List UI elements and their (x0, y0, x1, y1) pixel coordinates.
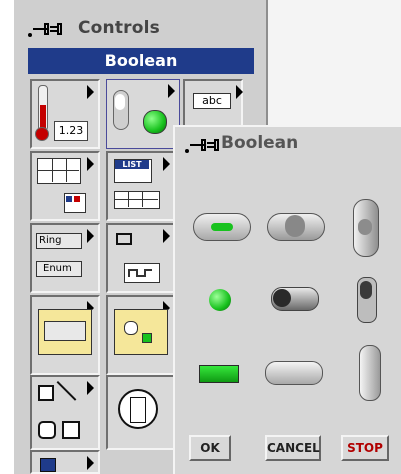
palette-title: Controls (78, 18, 160, 38)
more-tile[interactable] (106, 375, 176, 450)
refnum-folder-icon (114, 309, 168, 355)
path-tile[interactable] (30, 295, 100, 375)
array-icon (37, 158, 81, 184)
enum-icon: Enum (36, 261, 82, 277)
oval-button[interactable] (265, 361, 323, 385)
round-led[interactable] (209, 289, 231, 311)
stop-button[interactable]: STOP (341, 435, 389, 461)
graph-tile[interactable] (106, 223, 176, 293)
boolean-controls-tile[interactable] (106, 79, 180, 149)
ring-icon: Ring (36, 233, 82, 249)
numeric-controls-tile[interactable]: 1.23 (30, 79, 100, 149)
list-table-tile[interactable]: LIST (106, 151, 176, 221)
boolean-subpalette: Boolean OK CANCEL STOP (173, 125, 401, 474)
line-icon (56, 381, 77, 401)
subpalette-title: Boolean (221, 133, 299, 153)
numeric-indicator: 1.23 (54, 121, 88, 141)
refnum-tile[interactable] (106, 295, 176, 375)
decorations-tile[interactable] (30, 375, 100, 450)
square-icon (38, 385, 54, 401)
ring-enum-tile[interactable]: Ring Enum (30, 223, 100, 293)
graph-icon (116, 233, 132, 245)
classic-tile[interactable] (30, 450, 100, 474)
palette-subtitle: Boolean (28, 48, 254, 74)
ok-button[interactable]: OK (189, 435, 231, 461)
string-indicator: abc (193, 93, 231, 109)
pushpin-icon[interactable] (28, 21, 62, 37)
controls-palette-title-bar[interactable]: Controls (14, 0, 266, 38)
vertical-oval-switch[interactable] (359, 345, 381, 401)
subpalette-pushpin-icon[interactable] (185, 137, 219, 153)
array-cluster-tile[interactable] (30, 151, 100, 221)
rounded-square-icon (38, 421, 56, 439)
table-icon (114, 191, 160, 209)
window-shade (268, 0, 401, 125)
cancel-button[interactable]: CANCEL (265, 435, 321, 461)
led-icon (143, 110, 167, 134)
monitor-icon (40, 458, 56, 472)
square-led[interactable] (199, 365, 239, 383)
